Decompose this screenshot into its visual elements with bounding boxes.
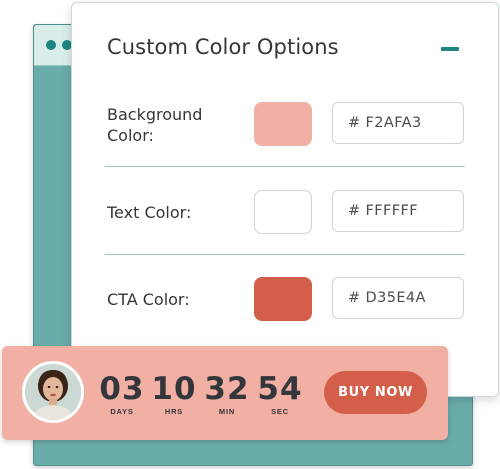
user-avatar [22, 361, 84, 423]
buy-now-button[interactable]: BUY NOW [324, 371, 427, 414]
timer-hours-value: 10 [151, 371, 197, 407]
color-options-illustration: Custom Color Options Background Color: #… [0, 0, 500, 469]
custom-color-options-panel: Custom Color Options Background Color: #… [71, 2, 499, 397]
minus-icon[interactable] [441, 47, 459, 51]
timer-seconds-value: 54 [257, 371, 303, 407]
timer-minutes: 32 MIN [204, 371, 250, 417]
timer-days: 03 DAYS [99, 371, 145, 417]
timer-minutes-value: 32 [204, 371, 250, 407]
background-color-swatch[interactable] [254, 102, 312, 146]
timer-days-label: DAYS [110, 407, 134, 416]
timer-hours: 10 HRS [151, 371, 197, 417]
text-color-swatch[interactable] [254, 190, 312, 234]
text-color-hex-input[interactable]: # FFFFFF [332, 190, 464, 232]
background-color-label: Background Color: [107, 105, 203, 145]
timer-hours-label: HRS [164, 407, 184, 416]
countdown-bar: 03 DAYS 10 HRS 32 MIN 54 SEC BUY NOW [2, 346, 448, 440]
window-dot-icon [46, 40, 56, 50]
cta-color-hex-input[interactable]: # D35E4A [332, 277, 464, 319]
timer-minutes-label: MIN [218, 407, 236, 416]
divider [105, 166, 465, 167]
cta-color-swatch[interactable] [254, 277, 312, 321]
text-color-label: Text Color: [107, 203, 192, 222]
cta-color-label: CTA Color: [107, 290, 190, 309]
avatar-portrait-icon [25, 364, 81, 420]
timer-days-value: 03 [99, 371, 145, 407]
timer-seconds: 54 SEC [257, 371, 303, 417]
panel-title: Custom Color Options [107, 35, 339, 59]
background-color-hex-input[interactable]: # F2AFA3 [332, 102, 464, 144]
divider [105, 254, 465, 255]
timer-seconds-label: SEC [271, 407, 289, 416]
